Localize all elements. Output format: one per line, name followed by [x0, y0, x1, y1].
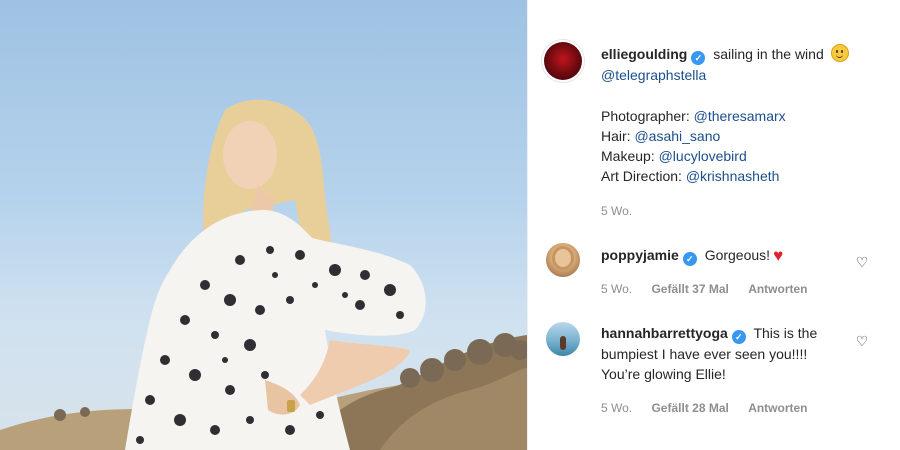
- post-meta: 5 Wo.: [601, 204, 648, 218]
- smiling-face-emoji: [830, 44, 849, 62]
- comment-text: bumpiest I have ever seen you!!!!: [601, 346, 808, 362]
- credit-handle-link[interactable]: @lucylovebird: [659, 148, 747, 164]
- credit-line: Hair: @asahi_sano: [601, 126, 891, 146]
- post-photo-illustration: [0, 99, 527, 450]
- red-heart-emoji: ♥: [773, 246, 784, 265]
- comment-text: This is the: [753, 325, 818, 341]
- post-age[interactable]: 5 Wo.: [601, 204, 632, 218]
- comments-panel: elliegoulding ✓ sailing in the wind @tele…: [528, 0, 900, 450]
- comment-meta: 5 Wo. Gefällt 28 Mal Antworten: [601, 401, 824, 415]
- heart-outline-icon[interactable]: ♡: [855, 334, 869, 348]
- heart-outline-icon[interactable]: ♡: [855, 255, 869, 269]
- credit-handle-link[interactable]: @krishnasheth: [686, 168, 780, 184]
- credit-handle-link[interactable]: @asahi_sano: [634, 128, 720, 144]
- comment-item: hannahbarrettyoga ✓ This is the bumpiest …: [601, 323, 851, 384]
- comment-age[interactable]: 5 Wo.: [601, 401, 632, 415]
- commenter-avatar[interactable]: [546, 243, 580, 277]
- comment-likes-count[interactable]: Gefällt 28 Mal: [651, 401, 728, 415]
- caption-text: sailing in the wind: [713, 46, 824, 62]
- caption-mention-link[interactable]: @telegraphstella: [601, 67, 706, 83]
- verified-badge-icon: ✓: [731, 330, 746, 344]
- comment-text: You’re glowing Ellie!: [601, 366, 726, 382]
- credit-line: Art Direction: @krishnasheth: [601, 166, 891, 186]
- author-avatar[interactable]: [544, 42, 582, 80]
- credit-handle-link[interactable]: @theresamarx: [694, 108, 786, 124]
- author-username[interactable]: elliegoulding: [601, 46, 687, 62]
- commenter-username[interactable]: poppyjamie: [601, 247, 679, 263]
- credit-line: Photographer: @theresamarx: [601, 106, 891, 126]
- credit-line: Makeup: @lucylovebird: [601, 146, 891, 166]
- reply-button[interactable]: Antworten: [748, 282, 807, 296]
- post-caption: elliegoulding ✓ sailing in the wind @tele…: [601, 44, 891, 85]
- credit-label: Hair:: [601, 128, 631, 144]
- comment-likes-count[interactable]: Gefällt 37 Mal: [651, 282, 728, 296]
- commenter-avatar[interactable]: [546, 322, 580, 356]
- reply-button[interactable]: Antworten: [748, 401, 807, 415]
- verified-badge-icon: ✓: [691, 51, 706, 65]
- comment-item: poppyjamie ✓ Gorgeous! ♥: [601, 245, 851, 266]
- credit-label: Makeup:: [601, 148, 655, 164]
- commenter-username[interactable]: hannahbarrettyoga: [601, 325, 728, 341]
- credit-label: Photographer:: [601, 108, 690, 124]
- credit-label: Art Direction:: [601, 168, 682, 184]
- comment-meta: 5 Wo. Gefällt 37 Mal Antworten: [601, 282, 824, 296]
- post-credits: Photographer: @theresamarx Hair: @asahi_…: [601, 106, 891, 186]
- verified-badge-icon: ✓: [682, 252, 697, 266]
- comment-text: Gorgeous!: [704, 247, 771, 263]
- post-photo: [0, 0, 527, 450]
- comment-age[interactable]: 5 Wo.: [601, 282, 632, 296]
